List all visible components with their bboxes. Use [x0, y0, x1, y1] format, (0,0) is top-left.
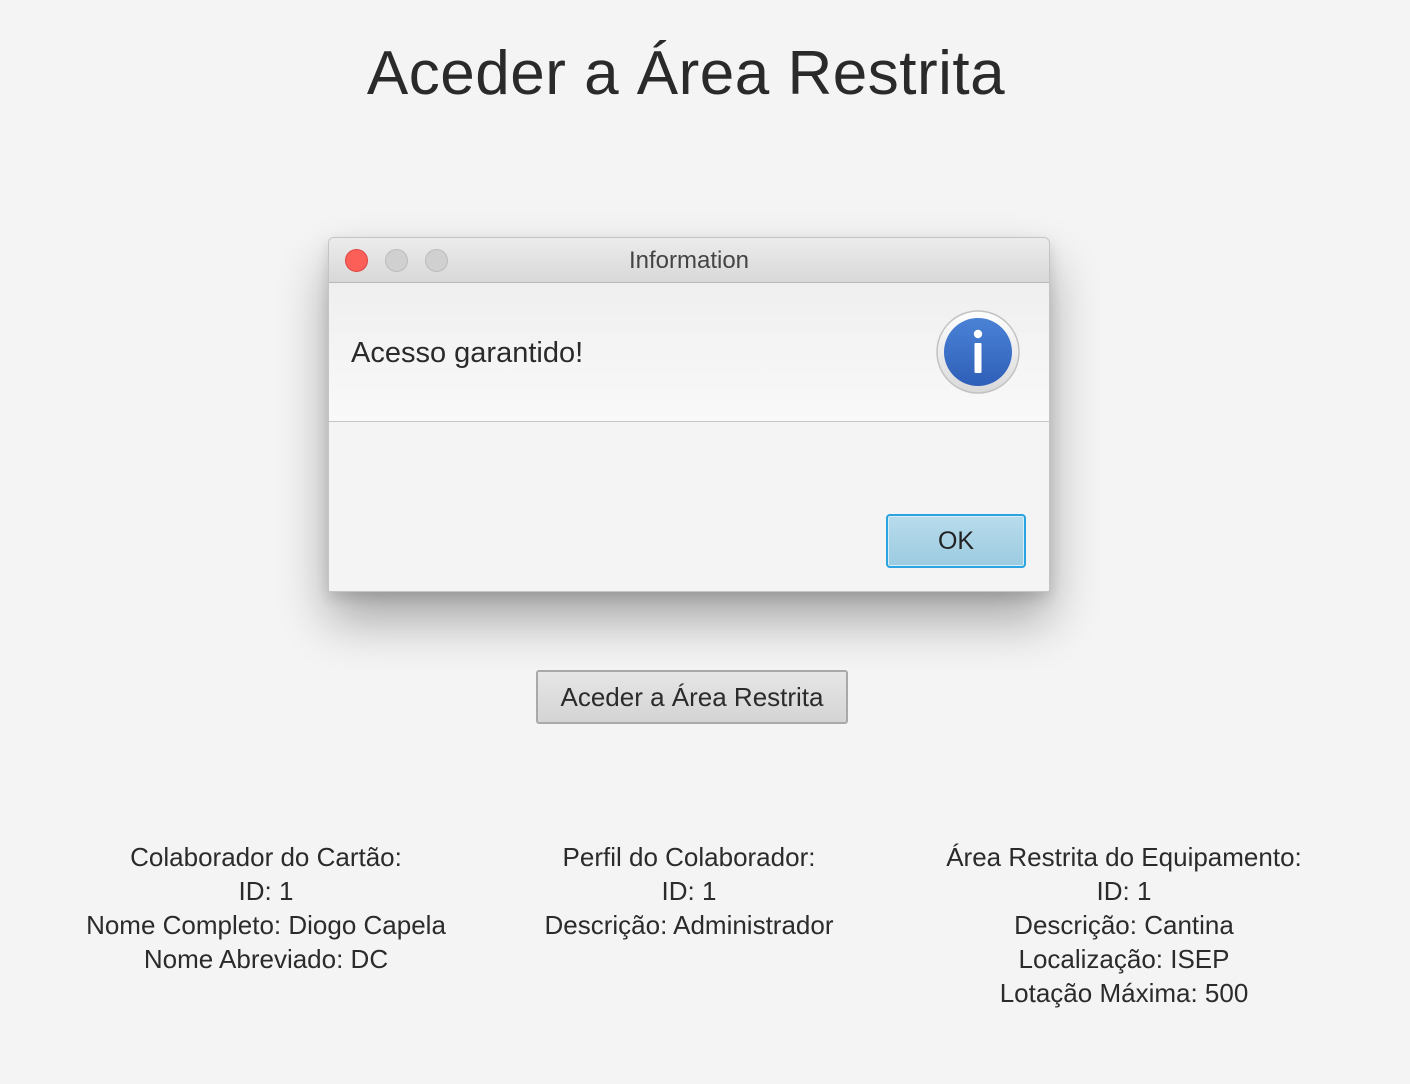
area-heading: Área Restrita do Equipamento:: [946, 842, 1302, 872]
information-dialog: Information Acesso garantido! OK: [328, 237, 1050, 592]
page-title: Aceder a Área Restrita: [366, 39, 1006, 108]
colaborador-heading: Colaborador do Cartão:: [130, 842, 402, 872]
perfil-id: ID: 1: [661, 876, 717, 906]
area-localizacao: Localização: ISEP: [1018, 944, 1230, 974]
colaborador-info: Colaborador do Cartão: ID: 1 Nome Comple…: [66, 840, 466, 976]
colaborador-nome-completo: Nome Completo: Diogo Capela: [86, 910, 446, 940]
info-icon: [936, 310, 1020, 394]
dialog-message: Acesso garantido!: [351, 337, 584, 369]
dialog-titlebar[interactable]: Information: [329, 238, 1049, 283]
perfil-heading: Perfil do Colaborador:: [562, 842, 816, 872]
aceder-area-restrita-button[interactable]: Aceder a Área Restrita: [536, 670, 848, 724]
colaborador-id: ID: 1: [238, 876, 294, 906]
ok-button[interactable]: OK: [886, 514, 1026, 568]
area-lotacao: Lotação Máxima: 500: [999, 978, 1249, 1008]
perfil-info: Perfil do Colaborador: ID: 1 Descrição: …: [489, 840, 889, 942]
dialog-title: Information: [628, 247, 750, 274]
perfil-descricao: Descrição: Administrador: [544, 910, 834, 940]
dialog-header-panel: Acesso garantido!: [329, 283, 1049, 422]
area-info: Área Restrita do Equipamento: ID: 1 Desc…: [924, 840, 1324, 1010]
area-descricao: Descrição: Cantina: [1014, 910, 1234, 940]
colaborador-nome-abreviado: Nome Abreviado: DC: [143, 944, 389, 974]
area-id: ID: 1: [1096, 876, 1152, 906]
